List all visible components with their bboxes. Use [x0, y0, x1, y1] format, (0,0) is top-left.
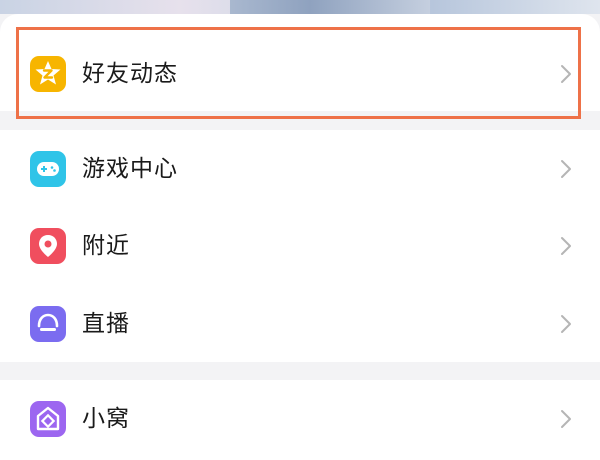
chevron-right-icon — [558, 407, 574, 431]
menu-item-nearby[interactable]: 附近 — [0, 207, 600, 285]
menu-item-label: 附近 — [82, 233, 130, 259]
menu-item-game-center[interactable]: 游戏中心 — [0, 130, 600, 208]
highlight-box — [16, 27, 581, 119]
menu-item-home[interactable]: 小窝 — [0, 380, 600, 458]
chevron-right-icon — [558, 234, 574, 258]
menu-item-label: 直播 — [82, 311, 130, 337]
chevron-right-icon — [558, 312, 574, 336]
live-icon — [30, 306, 66, 342]
chevron-right-icon — [558, 157, 574, 181]
location-pin-icon — [30, 228, 66, 264]
header-photo-figure — [230, 0, 430, 14]
menu-item-label: 小窝 — [82, 406, 130, 432]
header-photo — [0, 0, 600, 14]
gamepad-icon — [30, 151, 66, 187]
menu-item-live[interactable]: 直播 — [0, 285, 600, 363]
home-icon — [30, 401, 66, 437]
menu-item-label: 游戏中心 — [82, 156, 178, 182]
